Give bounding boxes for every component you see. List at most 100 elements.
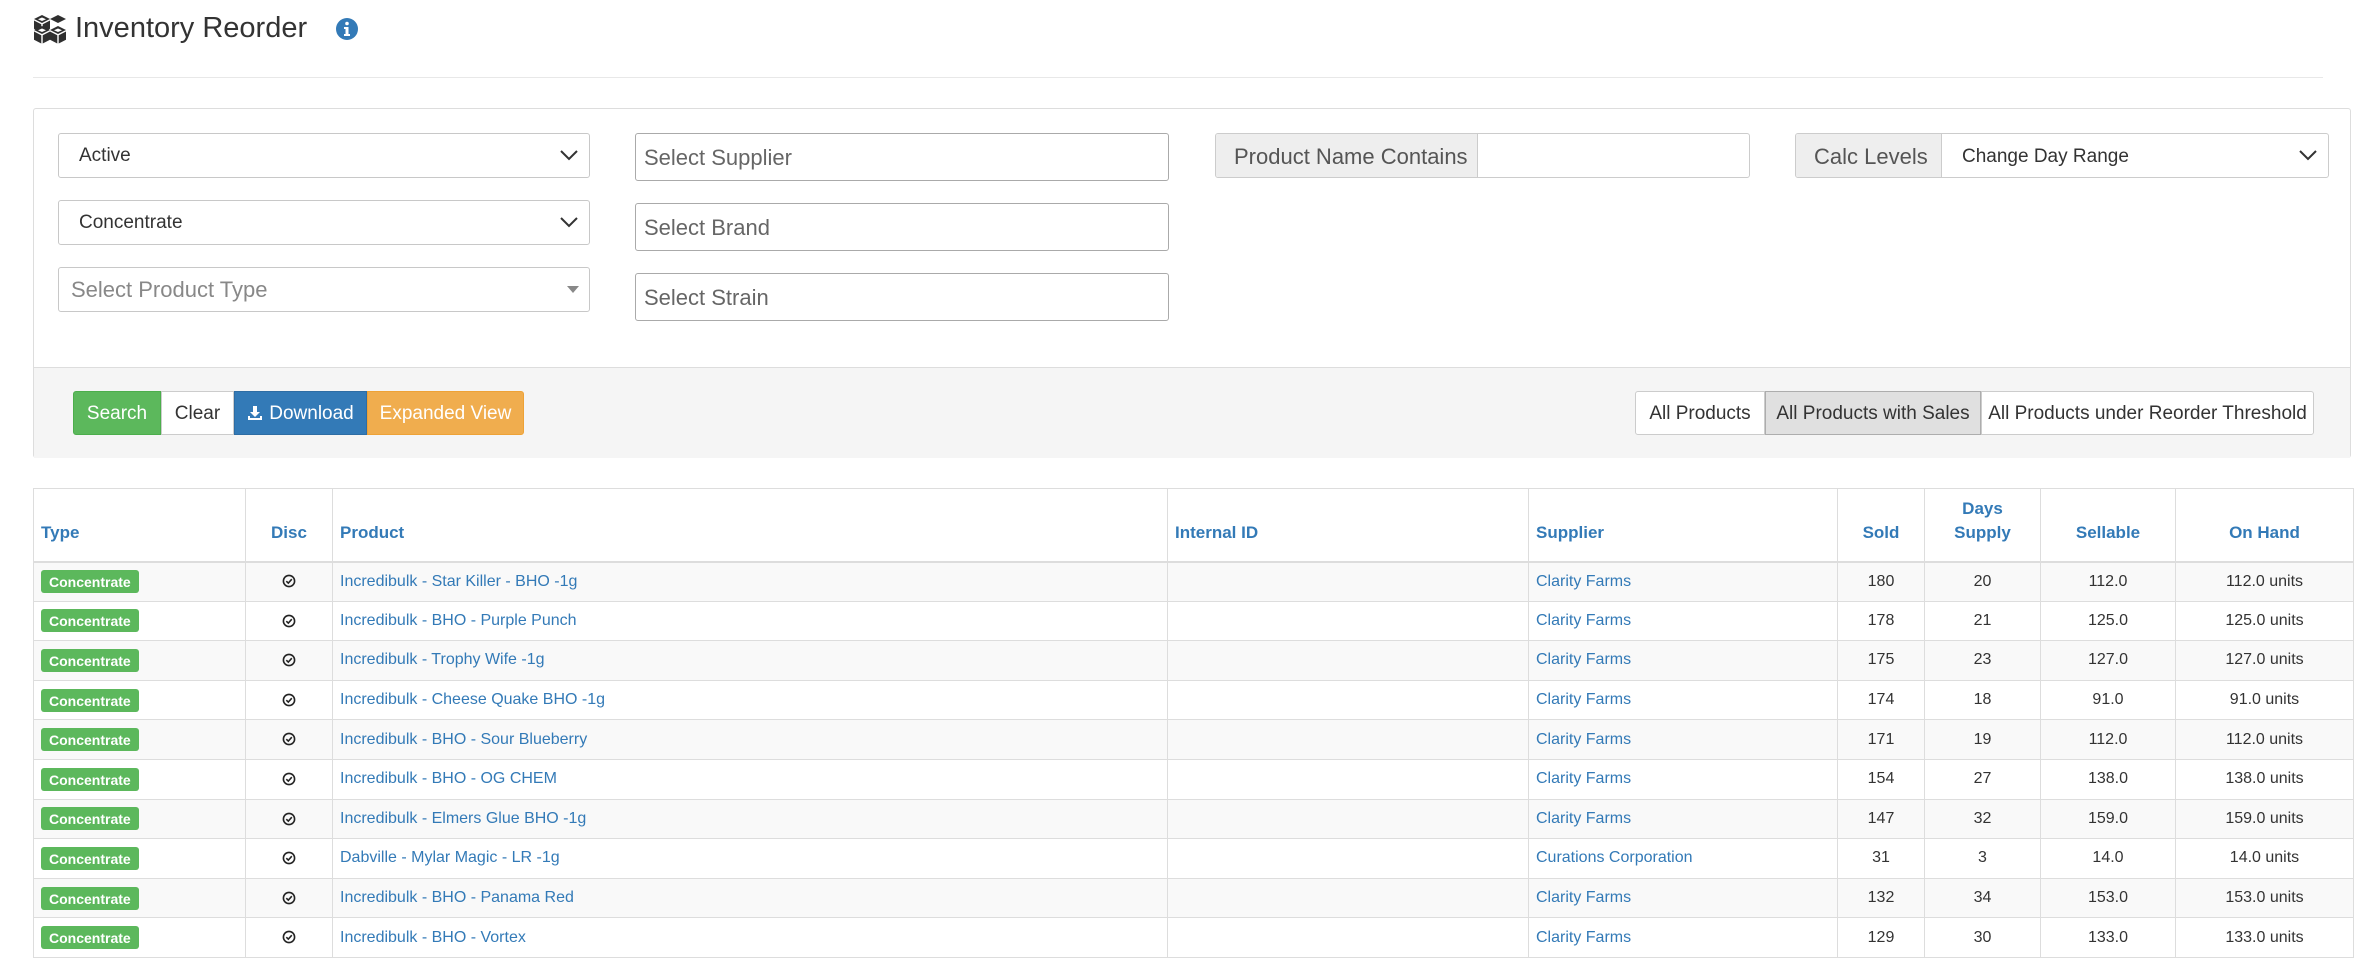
check-circle-icon — [282, 733, 296, 746]
cell-disc[interactable] — [245, 600, 333, 642]
filter-fields: Active Concentrate Select Product Type S… — [34, 109, 2350, 367]
product-link[interactable]: Incredibulk - Trophy Wife -1g — [340, 651, 545, 668]
view-under-reorder-threshold-button[interactable]: All Products under Reorder Threshold — [1981, 391, 2314, 435]
boxes-icon — [34, 15, 66, 44]
cell-on-hand: 138.0 units — [2175, 758, 2354, 800]
day-range-select[interactable]: Change Day Range — [1942, 134, 2328, 177]
cell-supplier: Clarity Farms — [1528, 719, 1838, 760]
status-select-value: Active — [79, 145, 131, 166]
supplier-link[interactable]: Clarity Farms — [1536, 889, 1631, 906]
download-button[interactable]: Download — [234, 391, 367, 435]
strain-placeholder: Select Strain — [644, 285, 769, 310]
cell-disc[interactable] — [245, 679, 333, 721]
product-link[interactable]: Incredibulk - BHO - Purple Punch — [340, 612, 577, 629]
brand-placeholder: Select Brand — [644, 215, 770, 240]
supplier-link[interactable]: Clarity Farms — [1536, 929, 1631, 946]
filter-panel: Active Concentrate Select Product Type S… — [33, 108, 2351, 458]
cell-type: Concentrate — [33, 600, 246, 642]
product-name-filter: Product Name Contains — [1215, 133, 1750, 178]
cell-disc[interactable] — [245, 561, 333, 602]
expanded-view-button[interactable]: Expanded View — [367, 391, 524, 435]
col-header-sold[interactable]: Sold — [1837, 488, 1925, 563]
cell-on-hand: 125.0 units — [2175, 600, 2354, 642]
cell-sold: 180 — [1837, 561, 1925, 602]
table-row: Concentrate Incredibulk - BHO - Vortex Cla… — [33, 917, 2354, 958]
col-header-internal-id[interactable]: Internal ID — [1167, 488, 1529, 563]
type-badge: Concentrate — [41, 570, 139, 594]
supplier-link[interactable]: Clarity Farms — [1536, 573, 1631, 590]
cell-supplier: Curations Corporation — [1528, 838, 1838, 879]
product-name-input[interactable] — [1478, 134, 1749, 177]
supplier-link[interactable]: Clarity Farms — [1536, 651, 1631, 668]
col-header-sellable[interactable]: Sellable — [2040, 488, 2176, 563]
col-header-days-supply[interactable]: Days Supply — [1924, 488, 2041, 563]
cell-sold: 178 — [1837, 600, 1925, 642]
cell-internal-id — [1167, 838, 1529, 879]
cell-on-hand: 153.0 units — [2175, 877, 2354, 919]
cell-disc[interactable] — [245, 798, 333, 840]
supplier-link[interactable]: Curations Corporation — [1536, 849, 1693, 866]
supplier-link[interactable]: Clarity Farms — [1536, 810, 1631, 827]
cell-disc[interactable] — [245, 640, 333, 681]
col-header-on-hand[interactable]: On Hand — [2175, 488, 2354, 563]
product-link[interactable]: Incredibulk - BHO - Sour Blueberry — [340, 731, 587, 748]
cell-sellable: 14.0 — [2040, 838, 2176, 879]
cell-internal-id — [1167, 561, 1529, 602]
product-link[interactable]: Incredibulk - BHO - OG CHEM — [340, 770, 557, 787]
col-header-supplier[interactable]: Supplier — [1528, 488, 1838, 563]
product-link[interactable]: Incredibulk - BHO - Vortex — [340, 929, 526, 946]
table-row: Concentrate Incredibulk - Trophy Wife -1g… — [33, 640, 2354, 681]
cell-disc[interactable] — [245, 758, 333, 800]
cell-supplier: Clarity Farms — [1528, 640, 1838, 681]
supplier-link[interactable]: Clarity Farms — [1536, 731, 1631, 748]
calc-levels-label: Calc Levels — [1796, 134, 1942, 177]
supplier-link[interactable]: Clarity Farms — [1536, 612, 1631, 629]
view-all-products-button[interactable]: All Products — [1635, 391, 1765, 435]
cell-disc[interactable] — [245, 917, 333, 958]
product-link[interactable]: Incredibulk - Cheese Quake BHO -1g — [340, 691, 605, 708]
cell-type: Concentrate — [33, 719, 246, 760]
supplier-link[interactable]: Clarity Farms — [1536, 770, 1631, 787]
page-title: Inventory Reorder — [75, 12, 308, 44]
cell-sellable: 127.0 — [2040, 640, 2176, 681]
view-all-products-with-sales-button[interactable]: All Products with Sales — [1765, 391, 1981, 435]
cell-type: Concentrate — [33, 798, 246, 840]
search-button[interactable]: Search — [73, 391, 161, 435]
product-link[interactable]: Incredibulk - Elmers Glue BHO -1g — [340, 810, 586, 827]
cell-supplier: Clarity Farms — [1528, 600, 1838, 642]
cell-disc[interactable] — [245, 877, 333, 919]
supplier-link[interactable]: Clarity Farms — [1536, 691, 1631, 708]
col-header-product[interactable]: Product — [332, 488, 1168, 563]
cell-internal-id — [1167, 917, 1529, 958]
cell-sold: 175 — [1837, 640, 1925, 681]
product-link[interactable]: Incredibulk - Star Killer - BHO -1g — [340, 573, 577, 590]
cell-type: Concentrate — [33, 640, 246, 681]
cell-days-supply: 21 — [1924, 600, 2041, 642]
product-type-select[interactable]: Select Product Type — [58, 267, 590, 312]
type-badge: Concentrate — [41, 926, 139, 950]
category-select[interactable]: Concentrate — [58, 200, 590, 245]
cell-on-hand: 91.0 units — [2175, 679, 2354, 721]
col-header-days-supply-line1: Days — [1962, 498, 2003, 518]
strain-input[interactable]: Select Strain — [635, 273, 1169, 321]
col-header-disc[interactable]: Disc — [245, 488, 333, 563]
cell-days-supply: 18 — [1924, 679, 2041, 721]
cell-disc[interactable] — [245, 838, 333, 879]
product-link[interactable]: Dabville - Mylar Magic - LR -1g — [340, 849, 560, 866]
clear-button[interactable]: Clear — [161, 391, 234, 435]
cell-days-supply: 27 — [1924, 758, 2041, 800]
cell-internal-id — [1167, 798, 1529, 840]
cell-sold: 171 — [1837, 719, 1925, 760]
status-select[interactable]: Active — [58, 133, 590, 178]
cell-on-hand: 127.0 units — [2175, 640, 2354, 681]
col-header-type[interactable]: Type — [33, 488, 246, 563]
info-circle-icon[interactable] — [335, 17, 359, 41]
supplier-input[interactable]: Select Supplier — [635, 133, 1169, 181]
download-icon — [248, 406, 263, 420]
cell-sellable: 112.0 — [2040, 719, 2176, 760]
check-circle-icon — [282, 851, 296, 865]
cell-disc[interactable] — [245, 719, 333, 760]
cell-on-hand: 159.0 units — [2175, 798, 2354, 840]
brand-input[interactable]: Select Brand — [635, 203, 1169, 251]
product-link[interactable]: Incredibulk - BHO - Panama Red — [340, 889, 574, 906]
